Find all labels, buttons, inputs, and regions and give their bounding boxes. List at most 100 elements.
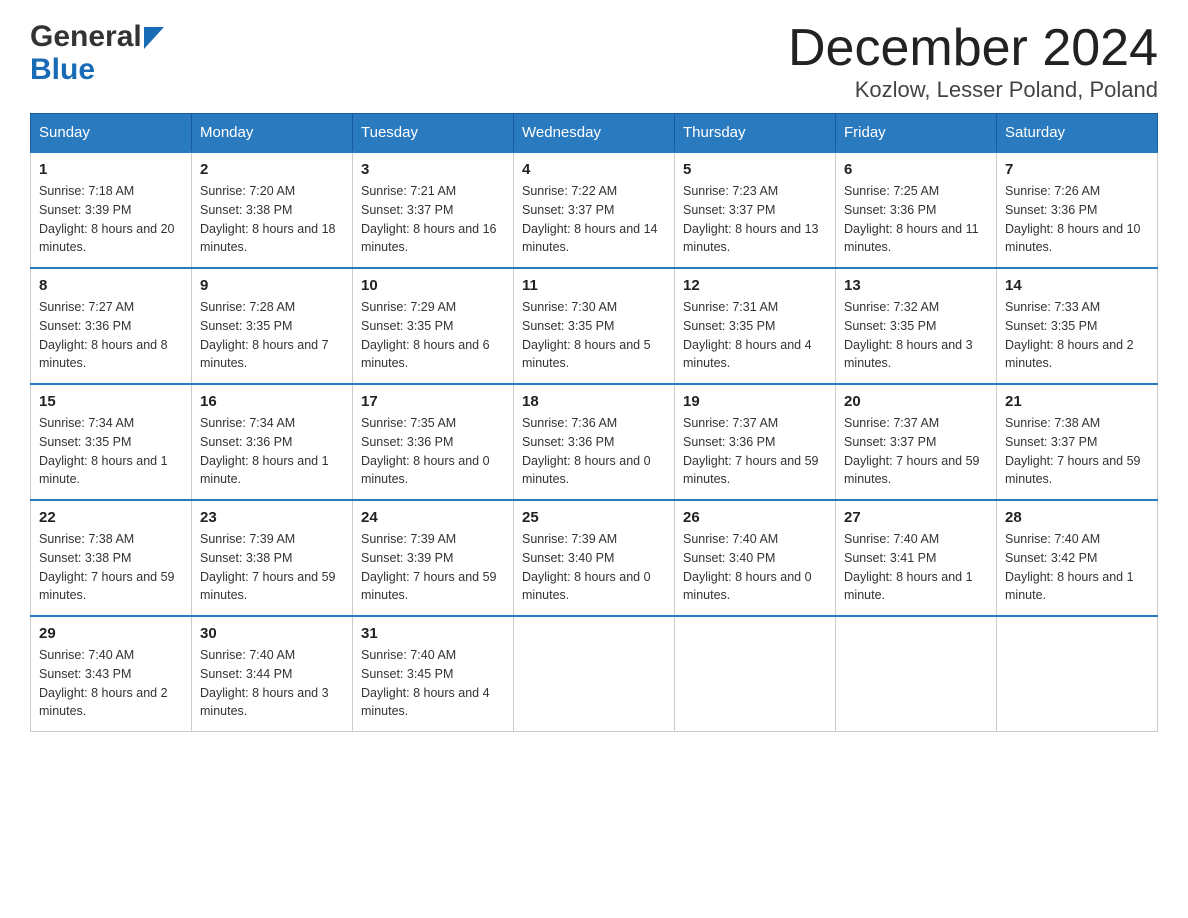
calendar-day-cell: 12 Sunrise: 7:31 AMSunset: 3:35 PMDayligh…	[675, 268, 836, 384]
calendar-day-cell: 16Sunrise: 7:34 AMSunset: 3:36 PMDayligh…	[192, 384, 353, 500]
calendar-header: SundayMondayTuesdayWednesdayThursdayFrid…	[31, 114, 1158, 153]
calendar-day-cell: 15 Sunrise: 7:34 AMSunset: 3:35 PMDayligh…	[31, 384, 192, 500]
day-number: 17	[361, 393, 505, 410]
day-info: Sunrise: 7:20 AMSunset: 3:38 PMDaylight:…	[200, 182, 344, 257]
day-info: Sunrise: 7:39 AMSunset: 3:40 PMDaylight:…	[522, 530, 666, 605]
calendar-day-cell: 23 Sunrise: 7:39 AMSunset: 3:38 PMDayligh…	[192, 500, 353, 616]
calendar-day-cell: 13 Sunrise: 7:32 AMSunset: 3:35 PMDayligh…	[836, 268, 997, 384]
logo-blue-text: Blue	[30, 53, 95, 86]
day-info: Sunrise: 7:33 AMSunset: 3:35 PMDaylight:…	[1005, 298, 1149, 373]
day-info: Sunrise: 7:40 AMSunset: 3:43 PMDaylight:…	[39, 646, 183, 721]
day-info: Sunrise: 7:29 AMSunset: 3:35 PMDaylight:…	[361, 298, 505, 373]
day-number: 5	[683, 161, 827, 178]
day-info: Sunrise: 7:35 AMSunset: 3:36 PMDaylight:…	[361, 414, 505, 489]
day-info: Sunrise: 7:32 AMSunset: 3:35 PMDaylight:…	[844, 298, 988, 373]
day-info: Sunrise: 7:34 AMSunset: 3:35 PMDaylight:…	[39, 414, 183, 489]
calendar-day-cell: 8Sunrise: 7:27 AMSunset: 3:36 PMDaylight…	[31, 268, 192, 384]
calendar-day-cell: 10 Sunrise: 7:29 AMSunset: 3:35 PMDayligh…	[353, 268, 514, 384]
calendar-day-cell: 26Sunrise: 7:40 AMSunset: 3:40 PMDayligh…	[675, 500, 836, 616]
calendar-day-cell: 1Sunrise: 7:18 AMSunset: 3:39 PMDaylight…	[31, 152, 192, 268]
logo-general-text: General	[30, 20, 142, 53]
calendar-week-row: 29 Sunrise: 7:40 AMSunset: 3:43 PMDayligh…	[31, 616, 1158, 732]
day-number: 16	[200, 393, 344, 410]
calendar-day-cell: 5 Sunrise: 7:23 AMSunset: 3:37 PMDaylight…	[675, 152, 836, 268]
day-info: Sunrise: 7:22 AMSunset: 3:37 PMDaylight:…	[522, 182, 666, 257]
day-info: Sunrise: 7:26 AMSunset: 3:36 PMDaylight:…	[1005, 182, 1149, 257]
calendar-day-cell: 9 Sunrise: 7:28 AMSunset: 3:35 PMDaylight…	[192, 268, 353, 384]
day-number: 22	[39, 509, 183, 526]
day-info: Sunrise: 7:30 AMSunset: 3:35 PMDaylight:…	[522, 298, 666, 373]
calendar-day-cell	[836, 616, 997, 732]
day-number: 15	[39, 393, 183, 410]
calendar-day-cell: 31 Sunrise: 7:40 AMSunset: 3:45 PMDayligh…	[353, 616, 514, 732]
calendar-week-row: 8Sunrise: 7:27 AMSunset: 3:36 PMDaylight…	[31, 268, 1158, 384]
calendar-day-cell: 6 Sunrise: 7:25 AMSunset: 3:36 PMDaylight…	[836, 152, 997, 268]
day-info: Sunrise: 7:21 AMSunset: 3:37 PMDaylight:…	[361, 182, 505, 257]
calendar-week-row: 1Sunrise: 7:18 AMSunset: 3:39 PMDaylight…	[31, 152, 1158, 268]
calendar-day-cell: 24Sunrise: 7:39 AMSunset: 3:39 PMDayligh…	[353, 500, 514, 616]
calendar-day-cell: 2 Sunrise: 7:20 AMSunset: 3:38 PMDaylight…	[192, 152, 353, 268]
day-number: 10	[361, 277, 505, 294]
calendar-day-cell: 4Sunrise: 7:22 AMSunset: 3:37 PMDaylight…	[514, 152, 675, 268]
day-number: 12	[683, 277, 827, 294]
day-number: 3	[361, 161, 505, 178]
day-info: Sunrise: 7:40 AMSunset: 3:45 PMDaylight:…	[361, 646, 505, 721]
weekday-header-sunday: Sunday	[31, 114, 192, 153]
logo-arrow-icon	[144, 27, 164, 49]
day-number: 29	[39, 625, 183, 642]
calendar-day-cell: 28 Sunrise: 7:40 AMSunset: 3:42 PMDayligh…	[997, 500, 1158, 616]
calendar-body: 1Sunrise: 7:18 AMSunset: 3:39 PMDaylight…	[31, 152, 1158, 732]
day-number: 13	[844, 277, 988, 294]
day-info: Sunrise: 7:38 AMSunset: 3:38 PMDaylight:…	[39, 530, 183, 605]
day-number: 19	[683, 393, 827, 410]
day-info: Sunrise: 7:40 AMSunset: 3:44 PMDaylight:…	[200, 646, 344, 721]
day-info: Sunrise: 7:40 AMSunset: 3:40 PMDaylight:…	[683, 530, 827, 605]
title-section: December 2024 Kozlow, Lesser Poland, Pol…	[788, 20, 1158, 103]
calendar-day-cell	[675, 616, 836, 732]
day-info: Sunrise: 7:38 AMSunset: 3:37 PMDaylight:…	[1005, 414, 1149, 489]
day-info: Sunrise: 7:28 AMSunset: 3:35 PMDaylight:…	[200, 298, 344, 373]
day-info: Sunrise: 7:36 AMSunset: 3:36 PMDaylight:…	[522, 414, 666, 489]
weekday-header-wednesday: Wednesday	[514, 114, 675, 153]
day-number: 9	[200, 277, 344, 294]
calendar-week-row: 22 Sunrise: 7:38 AMSunset: 3:38 PMDayligh…	[31, 500, 1158, 616]
day-info: Sunrise: 7:40 AMSunset: 3:41 PMDaylight:…	[844, 530, 988, 605]
calendar-day-cell: 18Sunrise: 7:36 AMSunset: 3:36 PMDayligh…	[514, 384, 675, 500]
page-header: General Blue December 2024 Kozlow, Lesse…	[30, 20, 1158, 103]
day-number: 11	[522, 277, 666, 294]
calendar-day-cell	[997, 616, 1158, 732]
calendar-table: SundayMondayTuesdayWednesdayThursdayFrid…	[30, 113, 1158, 732]
calendar-day-cell: 21 Sunrise: 7:38 AMSunset: 3:37 PMDayligh…	[997, 384, 1158, 500]
day-number: 6	[844, 161, 988, 178]
day-info: Sunrise: 7:25 AMSunset: 3:36 PMDaylight:…	[844, 182, 988, 257]
location-subtitle: Kozlow, Lesser Poland, Poland	[788, 77, 1158, 103]
calendar-day-cell: 27 Sunrise: 7:40 AMSunset: 3:41 PMDayligh…	[836, 500, 997, 616]
day-info: Sunrise: 7:40 AMSunset: 3:42 PMDaylight:…	[1005, 530, 1149, 605]
day-number: 8	[39, 277, 183, 294]
day-info: Sunrise: 7:37 AMSunset: 3:37 PMDaylight:…	[844, 414, 988, 489]
day-info: Sunrise: 7:18 AMSunset: 3:39 PMDaylight:…	[39, 182, 183, 257]
day-info: Sunrise: 7:23 AMSunset: 3:37 PMDaylight:…	[683, 182, 827, 257]
day-number: 24	[361, 509, 505, 526]
calendar-day-cell: 11 Sunrise: 7:30 AMSunset: 3:35 PMDayligh…	[514, 268, 675, 384]
day-number: 23	[200, 509, 344, 526]
day-number: 14	[1005, 277, 1149, 294]
calendar-day-cell: 20 Sunrise: 7:37 AMSunset: 3:37 PMDayligh…	[836, 384, 997, 500]
day-number: 28	[1005, 509, 1149, 526]
logo: General Blue	[30, 20, 164, 86]
day-number: 2	[200, 161, 344, 178]
calendar-day-cell: 22 Sunrise: 7:38 AMSunset: 3:38 PMDayligh…	[31, 500, 192, 616]
calendar-day-cell: 17 Sunrise: 7:35 AMSunset: 3:36 PMDayligh…	[353, 384, 514, 500]
day-number: 27	[844, 509, 988, 526]
calendar-day-cell	[514, 616, 675, 732]
weekday-header-thursday: Thursday	[675, 114, 836, 153]
day-number: 31	[361, 625, 505, 642]
day-info: Sunrise: 7:39 AMSunset: 3:38 PMDaylight:…	[200, 530, 344, 605]
weekday-header-tuesday: Tuesday	[353, 114, 514, 153]
day-number: 7	[1005, 161, 1149, 178]
calendar-day-cell: 25Sunrise: 7:39 AMSunset: 3:40 PMDayligh…	[514, 500, 675, 616]
day-info: Sunrise: 7:31 AMSunset: 3:35 PMDaylight:…	[683, 298, 827, 373]
day-number: 21	[1005, 393, 1149, 410]
weekday-header-saturday: Saturday	[997, 114, 1158, 153]
day-number: 20	[844, 393, 988, 410]
